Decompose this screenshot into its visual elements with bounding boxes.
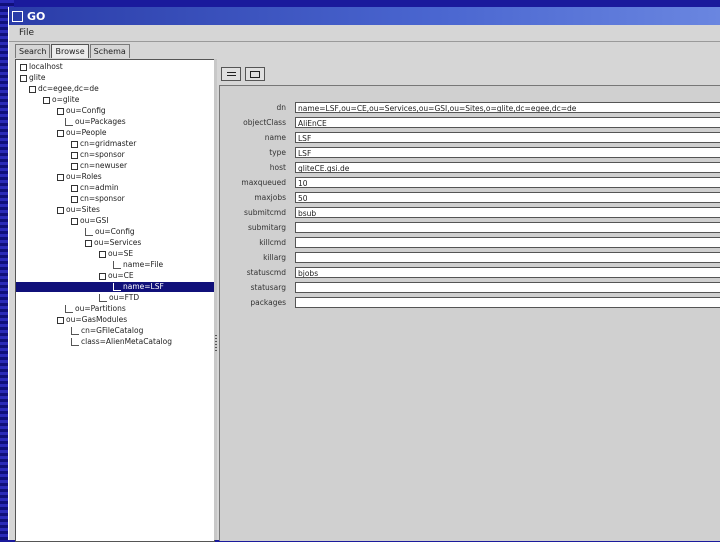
split-divider[interactable] bbox=[214, 59, 217, 540]
expander-icon[interactable] bbox=[71, 140, 78, 148]
menu-file[interactable]: File bbox=[19, 28, 34, 38]
expander-icon[interactable] bbox=[20, 74, 27, 82]
tree-node[interactable]: ou=People bbox=[57, 128, 107, 138]
expander-icon[interactable] bbox=[20, 63, 27, 71]
tab-browse[interactable]: Browse bbox=[51, 44, 89, 58]
objectclass-field[interactable]: AliEnCE bbox=[295, 116, 720, 128]
expander-icon[interactable] bbox=[71, 195, 78, 203]
tab-search[interactable]: Search bbox=[15, 44, 51, 58]
tree-node[interactable]: ou=SE bbox=[99, 249, 133, 259]
tree-node[interactable]: cn=sponsor bbox=[71, 194, 125, 204]
tree-node[interactable]: ou=GSI bbox=[71, 216, 108, 226]
expander-icon[interactable] bbox=[57, 316, 64, 324]
attribute-form: dn name=LSF,ou=CE,ou=Services,ou=GSI,ou=S… bbox=[219, 85, 720, 541]
tree-line-icon bbox=[71, 327, 79, 335]
tree-node[interactable]: ou=GasModules bbox=[57, 315, 127, 325]
killcmd-field[interactable] bbox=[295, 236, 720, 248]
form-row-statusarg: statusarg bbox=[220, 280, 720, 294]
form-row-killcmd: killcmd bbox=[220, 235, 720, 249]
statusarg-field[interactable] bbox=[295, 281, 720, 293]
title-bar[interactable]: GO bbox=[9, 7, 720, 25]
detail-panel: dn name=LSF,ou=CE,ou=Services,ou=GSI,ou=S… bbox=[219, 59, 720, 541]
form-row-type: type LSF bbox=[220, 145, 720, 159]
name-field[interactable]: LSF bbox=[295, 131, 720, 143]
window-icon bbox=[250, 70, 260, 78]
dn-field[interactable]: name=LSF,ou=CE,ou=Services,ou=GSI,ou=Sit… bbox=[295, 101, 720, 113]
tree-line-icon bbox=[113, 261, 121, 269]
form-row-submitarg: submitarg bbox=[220, 220, 720, 234]
form-row-objectclass: objectClass AliEnCE bbox=[220, 115, 720, 129]
tree-node[interactable]: cn=gridmaster bbox=[71, 139, 136, 149]
window-view-button[interactable] bbox=[245, 67, 265, 81]
statuscmd-field[interactable]: bjobs bbox=[295, 266, 720, 278]
tree-node[interactable]: ou=Sites bbox=[57, 205, 100, 215]
expander-icon[interactable] bbox=[71, 217, 78, 225]
tree-node[interactable]: ou=CE bbox=[99, 271, 134, 281]
tree-node[interactable]: ou=Config bbox=[85, 227, 135, 237]
tree-node[interactable]: dc=egee,dc=de bbox=[29, 84, 99, 94]
tree-node[interactable]: cn=admin bbox=[71, 183, 119, 193]
expander-icon[interactable] bbox=[57, 206, 64, 214]
tree-node[interactable]: ou=Packages bbox=[65, 117, 126, 127]
form-row-name: name LSF bbox=[220, 130, 720, 144]
tab-schema[interactable]: Schema bbox=[89, 44, 130, 58]
maxjobs-field[interactable]: 50 bbox=[295, 191, 720, 203]
packages-field[interactable] bbox=[295, 296, 720, 308]
tree-node[interactable]: name=File bbox=[113, 260, 163, 270]
tree-node[interactable]: ou=Roles bbox=[57, 172, 102, 182]
tree-node[interactable]: ou=Partitions bbox=[65, 304, 126, 314]
tree-node[interactable]: glite bbox=[20, 73, 45, 83]
form-row-submitcmd: submitcmd bsub bbox=[220, 205, 720, 219]
submitcmd-field[interactable]: bsub bbox=[295, 206, 720, 218]
list-icon bbox=[226, 72, 236, 76]
tree-node[interactable]: o=glite bbox=[43, 95, 79, 105]
tree-node[interactable]: localhost bbox=[20, 62, 63, 72]
maxqueued-field[interactable]: 10 bbox=[295, 176, 720, 188]
expander-icon[interactable] bbox=[57, 107, 64, 115]
tree-node[interactable]: cn=newuser bbox=[71, 161, 127, 171]
form-row-maxjobs: maxjobs 50 bbox=[220, 190, 720, 204]
expander-icon[interactable] bbox=[99, 272, 106, 280]
type-field[interactable]: LSF bbox=[295, 146, 720, 158]
app-window: GO File Search Browse Schema localhost g… bbox=[8, 7, 720, 542]
tree-node[interactable]: ou=Config bbox=[57, 106, 106, 116]
tree-node[interactable]: cn=GFileCatalog bbox=[71, 326, 143, 336]
tab-bar: Search Browse Schema bbox=[15, 44, 131, 58]
tree-line-icon bbox=[99, 294, 107, 302]
expander-icon[interactable] bbox=[57, 129, 64, 137]
tree-node-selected[interactable]: name=LSF bbox=[16, 282, 214, 292]
form-row-statuscmd: statuscmd bjobs bbox=[220, 265, 720, 279]
host-field[interactable]: gliteCE.gsi.de bbox=[295, 161, 720, 173]
expander-icon[interactable] bbox=[29, 85, 36, 93]
tree-panel[interactable]: localhost glite dc=egee,dc=de o=glite ou… bbox=[15, 59, 215, 542]
expander-icon[interactable] bbox=[85, 239, 92, 247]
split-handle[interactable] bbox=[215, 335, 217, 353]
tree-node[interactable]: ou=Services bbox=[85, 238, 141, 248]
form-row-maxqueued: maxqueued 10 bbox=[220, 175, 720, 189]
killarg-field[interactable] bbox=[295, 251, 720, 263]
tree-line-icon bbox=[65, 305, 73, 313]
form-row-dn: dn name=LSF,ou=CE,ou=Services,ou=GSI,ou=S… bbox=[220, 100, 720, 114]
expander-icon[interactable] bbox=[71, 184, 78, 192]
submitarg-field[interactable] bbox=[295, 221, 720, 233]
tree-line-icon bbox=[65, 118, 73, 126]
form-row-host: host gliteCE.gsi.de bbox=[220, 160, 720, 174]
app-icon bbox=[12, 10, 23, 22]
form-row-packages: packages bbox=[220, 295, 720, 309]
menu-bar: File bbox=[9, 25, 720, 42]
tree-line-icon bbox=[85, 228, 93, 236]
tree-node[interactable]: cn=sponsor bbox=[71, 150, 125, 160]
expander-icon[interactable] bbox=[43, 96, 50, 104]
list-view-button[interactable] bbox=[221, 67, 241, 81]
expander-icon[interactable] bbox=[99, 250, 106, 258]
window-title: GO bbox=[27, 9, 46, 23]
tree-node[interactable]: ou=FTD bbox=[99, 293, 139, 303]
expander-icon[interactable] bbox=[71, 162, 78, 170]
tree-line-icon bbox=[113, 283, 121, 291]
form-row-killarg: killarg bbox=[220, 250, 720, 264]
tree-node[interactable]: class=AlienMetaCatalog bbox=[71, 337, 172, 347]
expander-icon[interactable] bbox=[71, 151, 78, 159]
expander-icon[interactable] bbox=[57, 173, 64, 181]
tree-line-icon bbox=[71, 338, 79, 346]
